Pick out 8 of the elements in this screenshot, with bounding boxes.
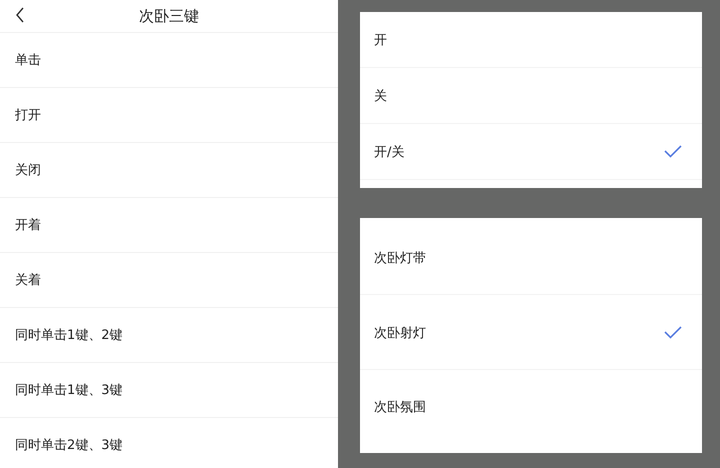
option-item[interactable]: 开 [360, 12, 702, 68]
page-title: 次卧三键 [139, 6, 199, 26]
option-item[interactable]: 开/关 [360, 124, 702, 180]
back-icon[interactable] [14, 6, 26, 24]
option-item[interactable]: 关 [360, 68, 702, 124]
option-item[interactable]: 次卧射灯 [360, 295, 702, 370]
option-item[interactable]: 次卧氛围 [360, 370, 702, 443]
option-item[interactable]: 次卧灯带 [360, 221, 702, 295]
